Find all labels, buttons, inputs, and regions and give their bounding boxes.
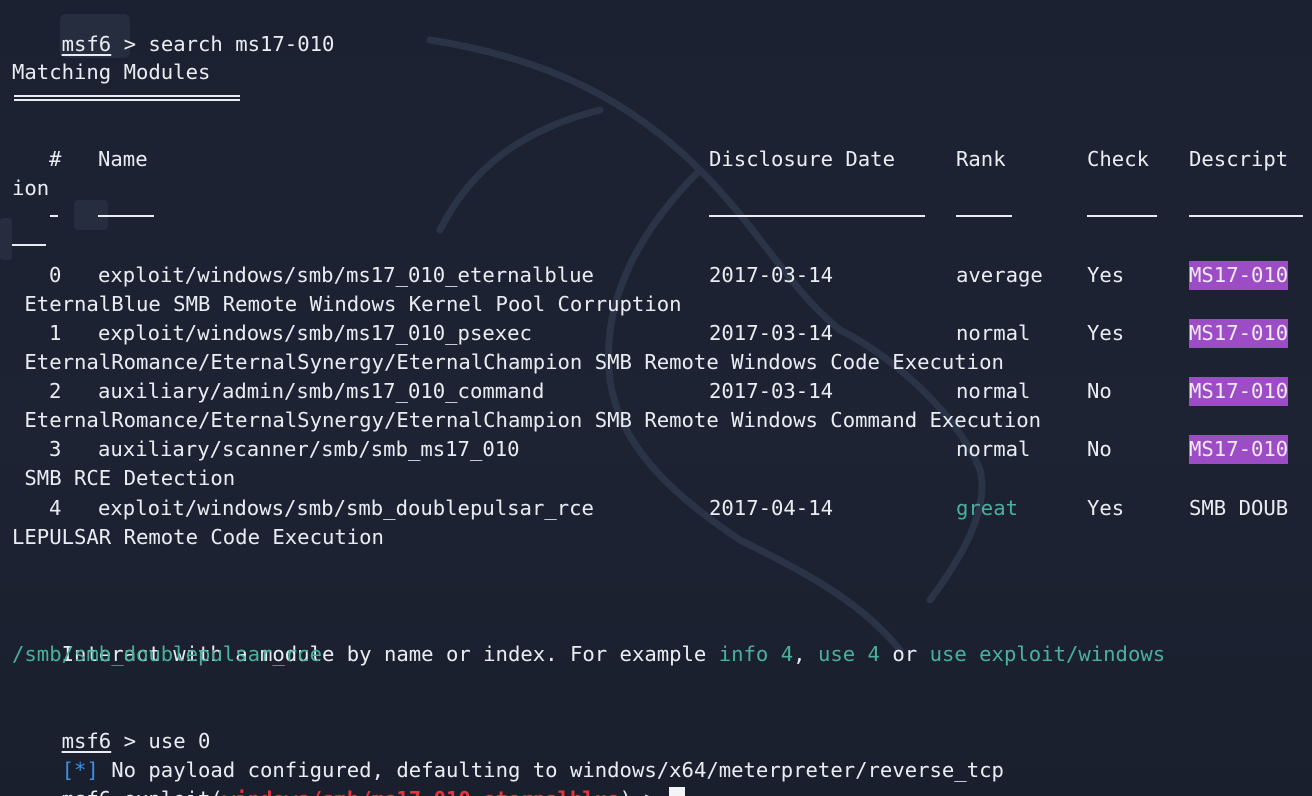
command-line-use: msf6 > use 0: [12, 698, 211, 753]
matching-modules-title: Matching Modules: [12, 60, 211, 84]
check: Yes: [1087, 496, 1125, 520]
check: No: [1087, 379, 1112, 403]
active-module-path: windows/smb/ms17_010_eternalblue: [223, 787, 620, 796]
rank: normal: [956, 379, 1031, 403]
header-number: #: [49, 147, 62, 171]
module-name: exploit/windows/smb/smb_doublepulsar_rce: [98, 496, 594, 520]
module-name: exploit/windows/smb/ms17_010_psexec: [98, 321, 532, 345]
cve-highlight: MS17-010: [1189, 435, 1289, 464]
exploit-close: ) >: [620, 787, 670, 796]
cve-highlight: MS17-010: [1189, 261, 1289, 290]
rank: normal: [956, 321, 1031, 345]
status-line: [*] No payload configured, defaulting to…: [12, 727, 1004, 782]
hint-command-use-path: use exploit/windows: [929, 642, 1166, 666]
header-name: Name: [98, 147, 148, 171]
row-number: 2: [49, 379, 62, 403]
module-name: auxiliary/admin/smb/ms17_010_command: [98, 379, 545, 403]
row-number: 3: [49, 437, 62, 461]
interact-hint: Interact with a module by name or index.…: [12, 611, 1166, 666]
hint-command-use-path-wrap: /smb/smb_doublepulsar_rce: [12, 642, 322, 666]
header-check: Check: [1087, 147, 1149, 171]
table-row: 4 exploit/windows/smb/smb_doublepulsar_r…: [12, 494, 1312, 523]
module-description: EternalRomance/EternalSynergy/EternalCha…: [12, 408, 1042, 432]
table-row: 1 exploit/windows/smb/ms17_010_psexec 20…: [12, 319, 1312, 348]
header-description-wrap: ion: [12, 176, 50, 200]
rank: great: [956, 496, 1018, 520]
rule-name: [98, 215, 154, 217]
rank: normal: [956, 437, 1031, 461]
check: Yes: [1087, 321, 1125, 345]
table-row: 2 auxiliary/admin/smb/ms17_010_command 2…: [12, 377, 1312, 406]
module-description: EternalRomance/EternalSynergy/EternalCha…: [12, 350, 1004, 374]
module-name: exploit/windows/smb/ms17_010_eternalblue: [98, 263, 594, 287]
cve-highlight: MS17-010: [1189, 319, 1289, 348]
disclosure-date: 2017-03-14: [709, 321, 833, 345]
row-number: 1: [49, 321, 62, 345]
exploit-word: exploit(: [124, 787, 223, 796]
header-disclosure-date: Disclosure Date: [709, 147, 895, 171]
rank: average: [956, 263, 1043, 287]
module-description: SMB DOUB: [1189, 496, 1289, 520]
rule-description: [1189, 215, 1303, 217]
prompt-separator: >: [111, 32, 149, 56]
hint-comma: ,: [793, 642, 818, 666]
prompt-msf6: msf6: [61, 32, 112, 56]
text-cursor[interactable]: [669, 787, 686, 796]
module-description: SMB RCE Detection: [12, 466, 236, 490]
terminal-window[interactable]: msf6 > search ms17-010 Matching Modules …: [0, 0, 1312, 796]
module-description-wrap: LEPULSAR Remote Code Execution: [12, 525, 384, 549]
check: Yes: [1087, 263, 1125, 287]
rule-rank: [956, 215, 1012, 217]
hint-command-info: info 4: [718, 642, 794, 666]
header-description: Descript: [1189, 147, 1289, 171]
table-row: 0 exploit/windows/smb/ms17_010_eternalbl…: [12, 261, 1312, 290]
cve-highlight: MS17-010: [1189, 377, 1289, 406]
header-rank: Rank: [956, 147, 1006, 171]
rule-disclosure-date: [709, 215, 925, 217]
rule-check: [1087, 215, 1157, 217]
rule-description-wrap: [12, 244, 46, 246]
table-header: # Name Disclosure Date Rank Check Descri…: [12, 145, 1312, 174]
row-number: 0: [49, 263, 62, 287]
module-name: auxiliary/scanner/smb/smb_ms17_010: [98, 437, 520, 461]
module-description: EternalBlue SMB Remote Windows Kernel Po…: [12, 292, 682, 316]
rule-number: [50, 215, 58, 217]
hint-command-use: use 4: [817, 642, 880, 666]
disclosure-date: 2017-04-14: [709, 496, 833, 520]
hint-or: or: [879, 642, 930, 666]
command-line-search: msf6 > search ms17-010: [12, 1, 335, 56]
row-number: 4: [49, 496, 62, 520]
disclosure-date: 2017-03-14: [709, 379, 833, 403]
disclosure-date: 2017-03-14: [709, 263, 833, 287]
prompt-msf6: msf6: [62, 787, 112, 796]
title-double-underline: [14, 95, 240, 101]
table-row: 3 auxiliary/scanner/smb/smb_ms17_010 nor…: [12, 435, 1312, 464]
exploit-prompt-line[interactable]: msf6 exploit(windows/smb/ms17_010_eterna…: [12, 756, 686, 796]
search-command: search ms17-010: [148, 32, 335, 56]
check: No: [1087, 437, 1112, 461]
